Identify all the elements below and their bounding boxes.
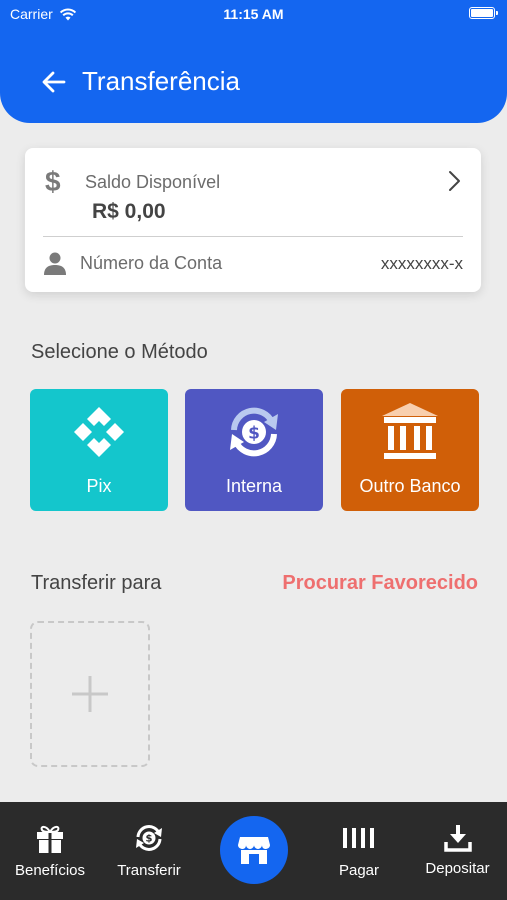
user-icon bbox=[44, 252, 66, 275]
conta-label: Número da Conta bbox=[80, 253, 223, 273]
conta-value: xxxxxxxx-x bbox=[380, 254, 463, 273]
tab-beneficios-label: Benefícios bbox=[14, 862, 86, 879]
method-section-title: Selecione o Método bbox=[31, 341, 208, 363]
dollar-icon: $ bbox=[45, 166, 61, 197]
procurar-favorecido-link[interactable]: Procurar Favorecido bbox=[282, 572, 478, 595]
tab-pagar-label: Pagar bbox=[338, 862, 380, 879]
transfer-to-label: Transferir para bbox=[31, 572, 162, 594]
gift-icon bbox=[37, 825, 63, 853]
store-icon bbox=[238, 837, 270, 864]
balance-card[interactable]: $ Saldo Disponível R$ 0,00 Número da Con… bbox=[25, 148, 481, 292]
tab-depositar[interactable]: Depositar bbox=[408, 802, 507, 900]
page-title: Transferência bbox=[82, 66, 240, 96]
status-bar: Carrier 11:15 AM bbox=[0, 0, 507, 30]
plus-icon bbox=[72, 676, 108, 712]
app-header: Carrier 11:15 AM Transferência bbox=[0, 0, 507, 123]
battery-icon bbox=[469, 7, 498, 19]
tab-transferir[interactable]: $ Transferir bbox=[100, 802, 198, 900]
tab-pagar[interactable]: Pagar bbox=[310, 802, 408, 900]
svg-text:$: $ bbox=[248, 424, 260, 444]
method-pix-button[interactable]: Pix bbox=[30, 389, 168, 511]
saldo-value: R$ 0,00 bbox=[92, 200, 166, 223]
chevron-right-icon[interactable] bbox=[447, 170, 461, 192]
tab-transferir-label: Transferir bbox=[117, 862, 181, 879]
internal-transfer-icon: $ bbox=[230, 407, 278, 457]
method-outro-banco-button[interactable]: Outro Banco bbox=[341, 389, 479, 511]
bank-icon bbox=[382, 403, 438, 459]
barcode-icon bbox=[343, 828, 374, 848]
add-recipient-button[interactable] bbox=[30, 621, 150, 767]
method-interna-label: Interna bbox=[225, 476, 283, 496]
download-icon bbox=[443, 825, 472, 852]
pix-icon bbox=[74, 407, 124, 457]
transfer-icon: $ bbox=[136, 825, 162, 851]
card-divider bbox=[43, 236, 463, 237]
method-outro-banco-label: Outro Banco bbox=[359, 476, 461, 496]
status-time: 11:15 AM bbox=[223, 6, 284, 22]
tab-depositar-label: Depositar bbox=[425, 860, 490, 877]
store-button[interactable] bbox=[220, 816, 288, 884]
arrow-left-icon[interactable] bbox=[40, 68, 68, 96]
method-pix-label: Pix bbox=[86, 476, 112, 496]
method-interna-button[interactable]: $ Interna bbox=[185, 389, 323, 511]
saldo-label: Saldo Disponível bbox=[85, 172, 221, 192]
tab-beneficios[interactable]: Benefícios bbox=[0, 802, 100, 900]
svg-text:$: $ bbox=[146, 834, 153, 845]
